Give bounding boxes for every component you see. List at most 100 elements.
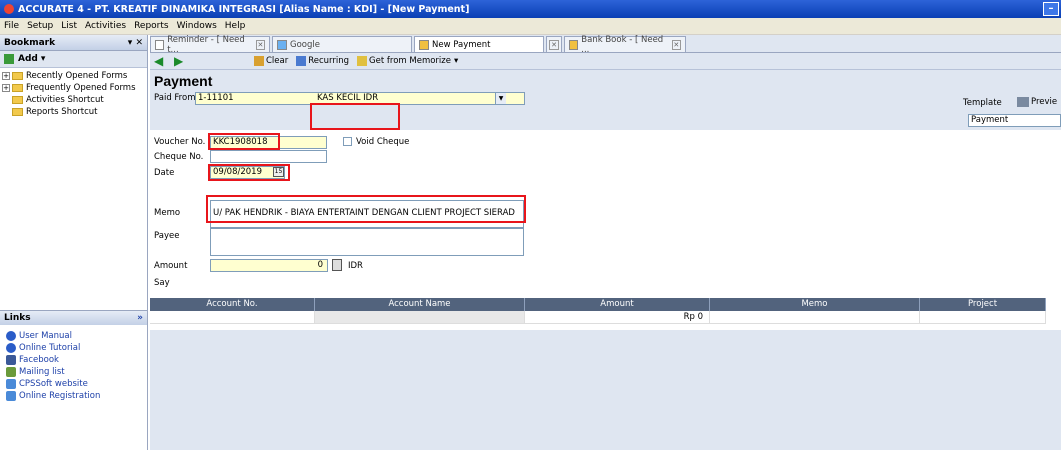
link-label: Online Tutorial <box>19 343 81 353</box>
tab-label: Google <box>290 39 320 50</box>
chevron-down-icon: ▾ <box>453 56 459 66</box>
facebook-icon <box>6 355 16 365</box>
tree-label: Reports Shortcut <box>26 107 98 117</box>
col-memo[interactable]: Memo <box>710 298 920 311</box>
expand-icon[interactable]: + <box>2 72 10 80</box>
browser-icon <box>277 39 287 50</box>
folder-icon <box>12 96 23 104</box>
payee-field[interactable] <box>210 228 524 256</box>
menu-windows[interactable]: Windows <box>177 21 217 31</box>
recurring-label: Recurring <box>308 56 350 66</box>
cell[interactable] <box>150 311 315 323</box>
tree-item-frequent[interactable]: + Frequently Opened Forms <box>0 82 147 94</box>
link-facebook[interactable]: Facebook <box>0 354 147 366</box>
cell[interactable] <box>710 311 920 323</box>
window-title: ACCURATE 4 - PT. KREATIF DINAMIKA INTEGR… <box>18 3 470 15</box>
dropdown-arrow-icon[interactable]: ▼ <box>495 93 506 104</box>
col-account-name[interactable]: Account Name <box>315 298 525 311</box>
calculator-icon[interactable] <box>332 259 342 271</box>
calendar-icon <box>296 56 307 66</box>
menu-list[interactable]: List <box>61 21 77 31</box>
forward-arrow-icon[interactable]: ▶ <box>174 55 188 67</box>
tab-label: New Payment <box>432 39 491 50</box>
paid-from-name: KAS KECIL IDR <box>317 93 379 103</box>
currency-label: IDR <box>348 261 363 271</box>
menu-help[interactable]: Help <box>225 21 246 31</box>
tab-label: Reminder - [ Need t... <box>167 34 245 55</box>
memorize-button[interactable]: Get from Memorize ▾ <box>357 56 458 66</box>
globe-icon <box>6 331 16 341</box>
amount-field[interactable]: 0 <box>210 259 328 272</box>
link-mailing-list[interactable]: Mailing list <box>0 366 147 378</box>
cell[interactable] <box>920 311 1046 323</box>
cell[interactable] <box>315 311 525 323</box>
tab-bar: Reminder - [ Need t... ✕ Google New Paym… <box>150 34 1061 55</box>
menu-activities[interactable]: Activities <box>85 21 126 31</box>
links-list: User Manual Online Tutorial Facebook Mai… <box>0 330 147 402</box>
bookmark-header: Bookmark ▾ ✕ <box>0 35 147 51</box>
tree-item-reports[interactable]: Reports Shortcut <box>0 106 147 118</box>
add-button[interactable]: Add ▾ <box>0 51 147 68</box>
cheque-field[interactable] <box>210 150 327 163</box>
void-cheque-checkbox[interactable] <box>343 137 352 146</box>
expand-icon[interactable]: + <box>2 84 10 92</box>
close-icon[interactable]: ✕ <box>671 39 681 50</box>
chevron-down-icon: ▾ <box>40 54 46 64</box>
bookmark-title: Bookmark <box>4 37 56 48</box>
highlight-box <box>310 103 400 130</box>
paid-from-code: 1-11101 <box>198 93 234 103</box>
table-row[interactable]: Rp 0 <box>150 311 1046 324</box>
menu-reports[interactable]: Reports <box>134 21 169 31</box>
tab-close-new-payment[interactable]: ✕ <box>546 36 562 52</box>
tab-reminder[interactable]: Reminder - [ Need t... ✕ <box>150 34 270 55</box>
back-arrow-icon[interactable]: ◀ <box>154 55 168 67</box>
document-icon <box>155 39 165 50</box>
page-title: Payment <box>154 73 213 89</box>
app-icon <box>4 4 14 14</box>
pin-close-icon[interactable]: ▾ ✕ <box>128 38 143 48</box>
template-select[interactable]: Payment <box>968 114 1061 127</box>
tree-item-recent[interactable]: + Recently Opened Forms <box>0 70 147 82</box>
tab-google[interactable]: Google <box>272 36 412 52</box>
link-user-manual[interactable]: User Manual <box>0 330 147 342</box>
folder-icon <box>12 84 23 92</box>
printer-icon <box>1017 97 1029 107</box>
collapse-icon[interactable]: » <box>137 313 143 323</box>
link-label: Online Registration <box>19 391 101 401</box>
tab-bank-book[interactable]: Bank Book - [ Need ... ✕ <box>564 35 686 55</box>
col-account-no[interactable]: Account No. <box>150 298 315 311</box>
link-online-tutorial[interactable]: Online Tutorial <box>0 342 147 354</box>
link-label: Facebook <box>19 355 59 365</box>
close-icon[interactable]: ✕ <box>549 39 559 50</box>
preview-label: Previe <box>1031 97 1058 107</box>
highlight-box <box>208 133 280 150</box>
links-title: Links <box>4 313 31 323</box>
web-icon <box>6 391 16 401</box>
minimize-button[interactable]: – <box>1043 2 1059 16</box>
highlight-box <box>208 164 290 181</box>
tree-label: Frequently Opened Forms <box>26 83 136 93</box>
preview-button[interactable]: Previe <box>1017 97 1057 107</box>
globe-icon <box>6 343 16 353</box>
clear-label: Clear <box>266 56 289 66</box>
link-label: CPSSoft website <box>19 379 88 389</box>
template-label: Template <box>963 98 1002 108</box>
payment-form: Payment Paid From 1-11101 KAS KECIL IDR … <box>150 70 1061 300</box>
col-amount[interactable]: Amount <box>525 298 710 311</box>
detail-grid: Account No. Account Name Amount Memo Pro… <box>150 298 1046 328</box>
menu-setup[interactable]: Setup <box>27 21 53 31</box>
toolbar: ◀ ▶ Clear Recurring Get from Memorize ▾ <box>150 53 1061 70</box>
link-cpssoft[interactable]: CPSSoft website <box>0 378 147 390</box>
grid-total: Rp 0 <box>525 311 710 323</box>
link-online-registration[interactable]: Online Registration <box>0 390 147 402</box>
col-project[interactable]: Project <box>920 298 1046 311</box>
recurring-button[interactable]: Recurring <box>296 56 349 66</box>
add-icon <box>4 54 14 64</box>
tree-item-activities[interactable]: Activities Shortcut <box>0 94 147 106</box>
memorize-icon <box>357 56 368 66</box>
close-icon[interactable]: ✕ <box>255 39 265 50</box>
clear-button[interactable]: Clear <box>254 56 288 66</box>
folder-icon <box>12 72 23 80</box>
menu-file[interactable]: File <box>4 21 19 31</box>
tab-new-payment[interactable]: New Payment <box>414 36 544 52</box>
